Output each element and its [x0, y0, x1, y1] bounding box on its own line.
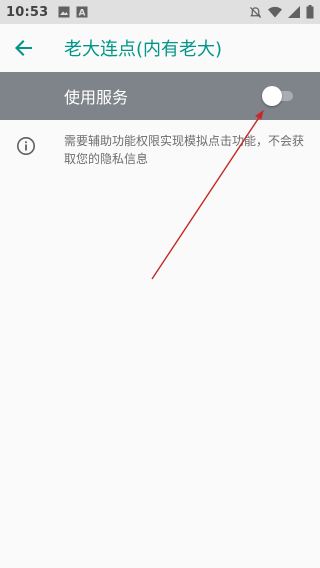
back-button[interactable] [0, 24, 48, 72]
arrow-back-icon [15, 40, 32, 56]
svg-text:A: A [79, 9, 86, 19]
switch-thumb [262, 86, 282, 106]
image-icon [58, 6, 70, 18]
app-bar: 老大连点(内有老大) [0, 24, 320, 72]
use-service-label: 使用服务 [64, 88, 129, 107]
battery-icon [306, 5, 314, 19]
status-bar: 10:53 A [0, 0, 320, 24]
info-row: 需要辅助功能权限实现模拟点击功能，不会获取您的隐私信息 [0, 132, 320, 168]
status-time: 10:53 [6, 4, 49, 20]
use-service-switch[interactable] [262, 86, 296, 106]
a-box-icon: A [76, 6, 88, 18]
page-title: 老大连点(内有老大) [64, 39, 223, 60]
info-icon [17, 137, 35, 155]
signal-icon [288, 6, 300, 18]
status-system-icons [249, 5, 314, 19]
wifi-icon [268, 6, 282, 18]
use-service-row[interactable]: 使用服务 [0, 72, 320, 120]
status-notifications: A [58, 6, 88, 18]
info-text: 需要辅助功能权限实现模拟点击功能，不会获取您的隐私信息 [64, 134, 305, 166]
do-not-disturb-icon [249, 6, 262, 18]
